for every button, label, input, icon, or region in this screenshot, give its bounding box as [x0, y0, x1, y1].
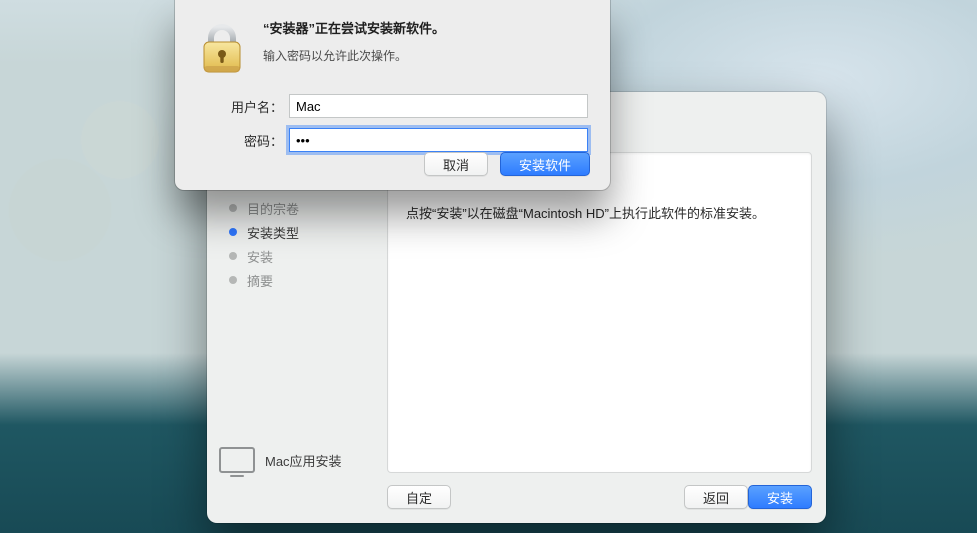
- step-destination: 目的宗卷: [207, 196, 387, 220]
- step-dot-icon: [229, 228, 237, 236]
- step-dot-icon: [229, 276, 237, 284]
- password-label: 密码：: [244, 131, 289, 150]
- step-label: 安装类型: [247, 223, 299, 242]
- step-summary: 摘要: [207, 268, 387, 292]
- back-button[interactable]: 返回: [684, 485, 748, 509]
- installer-content-pane: 间。 点按“安装”以在磁盘“Macintosh HD”上执行此软件的标准安装。: [387, 152, 812, 473]
- step-label: 摘要: [247, 271, 273, 290]
- install-software-button[interactable]: 安装软件: [500, 152, 590, 176]
- app-badge: Mac应用安装: [219, 447, 342, 473]
- username-label: 用户名：: [231, 97, 289, 116]
- install-button[interactable]: 安装: [748, 485, 812, 509]
- auth-title: “安装器”正在尝试安装新软件。: [263, 18, 588, 37]
- auth-dialog: “安装器”正在尝试安装新软件。 输入密码以允许此次操作。 用户名： 密码： 取消…: [175, 0, 610, 190]
- cancel-button[interactable]: 取消: [424, 152, 488, 176]
- auth-form: 用户名： 密码：: [197, 94, 588, 152]
- content-main-text: 点按“安装”以在磁盘“Macintosh HD”上执行此软件的标准安装。: [406, 203, 765, 222]
- step-install: 安装: [207, 244, 387, 268]
- installer-bottom-bar: 自定 返回 安装: [387, 483, 812, 511]
- step-label: 安装: [247, 247, 273, 266]
- step-dot-icon: [229, 204, 237, 212]
- auth-subtitle: 输入密码以允许此次操作。: [263, 47, 588, 64]
- monitor-icon: [219, 447, 255, 473]
- password-field[interactable]: [289, 128, 588, 152]
- step-dot-icon: [229, 252, 237, 260]
- customize-button[interactable]: 自定: [387, 485, 451, 509]
- username-field[interactable]: [289, 94, 588, 118]
- step-label: 目的宗卷: [247, 199, 299, 218]
- lock-icon: [199, 22, 245, 76]
- step-installation-type: 安装类型: [207, 220, 387, 244]
- app-name-label: Mac应用安装: [265, 451, 342, 470]
